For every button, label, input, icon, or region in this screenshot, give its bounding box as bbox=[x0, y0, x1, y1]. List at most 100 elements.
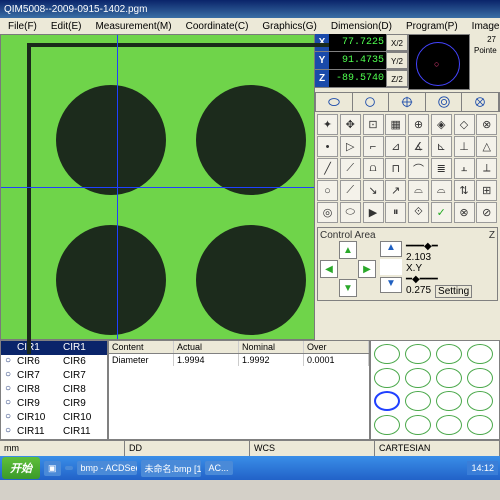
status-bar: mm DD WCS CARTESIAN bbox=[0, 440, 500, 456]
tool-icon[interactable]: ⌓ bbox=[408, 180, 429, 201]
taskbar-item[interactable]: AC... bbox=[205, 461, 233, 475]
z-up-button[interactable]: ▲ bbox=[380, 241, 402, 257]
results-table: Content Actual Nominal Over Diameter 1.9… bbox=[108, 340, 370, 440]
preview-circle-selected[interactable] bbox=[374, 391, 400, 411]
preview-circle[interactable] bbox=[374, 415, 400, 435]
feature-row[interactable]: ○CIR9CIR9 bbox=[1, 397, 107, 411]
dpad-up-button[interactable]: ▲ bbox=[339, 241, 357, 259]
feature-row[interactable]: ○CIR8CIR8 bbox=[1, 383, 107, 397]
tool-check-icon[interactable]: ✓ bbox=[431, 202, 452, 223]
tool-icon[interactable]: ⟐ bbox=[408, 202, 429, 223]
menu-program[interactable]: Program(P) bbox=[400, 21, 464, 32]
tool-icon[interactable]: ↘ bbox=[363, 180, 384, 201]
z-slider[interactable]: ━━━◆━ bbox=[406, 241, 472, 252]
axis-z-half-button[interactable]: Z/2 bbox=[386, 70, 408, 87]
preview-circle[interactable] bbox=[436, 415, 462, 435]
preview-circle[interactable] bbox=[436, 344, 462, 364]
system-tray-clock[interactable]: 14:12 bbox=[467, 461, 498, 475]
mode-grid-icon[interactable] bbox=[462, 93, 499, 111]
tool-icon[interactable]: ⊗ bbox=[476, 114, 497, 135]
taskbar-item[interactable]: 未命名.bmp [1:2]... bbox=[141, 460, 201, 477]
tool-play-icon[interactable]: ▶ bbox=[363, 202, 384, 223]
taskbar-item[interactable]: bmp - ACDSee v5.0 bbox=[77, 461, 137, 475]
mode-cross-icon[interactable] bbox=[389, 93, 426, 111]
mode-concentric-icon[interactable] bbox=[426, 93, 463, 111]
results-row[interactable]: Diameter 1.9994 1.9992 0.0001 bbox=[109, 354, 369, 366]
tool-ellipse-icon[interactable]: ⬭ bbox=[340, 202, 361, 223]
feature-row[interactable]: ○CIR10CIR10 bbox=[1, 411, 107, 425]
tool-icon[interactable]: ↗ bbox=[385, 180, 406, 201]
feature-row[interactable]: ○CIR6CIR6 bbox=[1, 355, 107, 369]
tool-icon[interactable]: ⊞ bbox=[476, 180, 497, 201]
tool-icon[interactable]: ⊡ bbox=[363, 114, 384, 135]
xy-value: 0.275 bbox=[406, 285, 431, 298]
taskbar-item[interactable] bbox=[65, 466, 73, 470]
tool-icon[interactable]: ⇅ bbox=[454, 180, 475, 201]
menu-file[interactable]: File(F) bbox=[2, 21, 43, 32]
setting-button[interactable]: Setting bbox=[435, 285, 472, 298]
tool-icon[interactable]: ⫠ bbox=[454, 158, 475, 179]
tool-triangle-icon[interactable]: ▷ bbox=[340, 136, 361, 157]
tool-icon[interactable]: ⊾ bbox=[431, 136, 452, 157]
preview-circle[interactable] bbox=[405, 415, 431, 435]
preview-circle[interactable] bbox=[467, 391, 493, 411]
tool-icon[interactable]: ⌓ bbox=[431, 180, 452, 201]
status-wcs: WCS bbox=[250, 441, 375, 456]
menu-edit[interactable]: Edit(E) bbox=[45, 21, 88, 32]
feature-row[interactable]: ○CIR7CIR7 bbox=[1, 369, 107, 383]
tool-icon[interactable]: ◈ bbox=[431, 114, 452, 135]
tool-icon[interactable]: ⊗ bbox=[454, 202, 475, 223]
sample-hole bbox=[56, 225, 166, 335]
tool-icon[interactable]: ⊓ bbox=[385, 158, 406, 179]
preview-circle[interactable] bbox=[405, 368, 431, 388]
menu-bar[interactable]: File(F) Edit(E) Measurement(M) Coordinat… bbox=[0, 18, 500, 34]
menu-dimension[interactable]: Dimension(D) bbox=[325, 21, 398, 32]
preview-circle[interactable] bbox=[436, 391, 462, 411]
preview-circle[interactable] bbox=[405, 344, 431, 364]
menu-coordinate[interactable]: Coordinate(C) bbox=[180, 21, 255, 32]
z-down-button[interactable]: ▼ bbox=[380, 277, 402, 293]
preview-circle[interactable] bbox=[436, 368, 462, 388]
tool-icon[interactable]: ◇ bbox=[454, 114, 475, 135]
preview-circle[interactable] bbox=[374, 368, 400, 388]
preview-circle[interactable] bbox=[374, 344, 400, 364]
menu-graphics[interactable]: Graphics(G) bbox=[256, 21, 322, 32]
preview-circle[interactable] bbox=[467, 415, 493, 435]
tool-icon[interactable]: ⊘ bbox=[476, 202, 497, 223]
menu-measurement[interactable]: Measurement(M) bbox=[89, 21, 177, 32]
dpad-down-button[interactable]: ▼ bbox=[339, 279, 357, 297]
camera-viewport[interactable] bbox=[0, 34, 315, 340]
axis-y-half-button[interactable]: Y/2 bbox=[386, 52, 408, 69]
tool-icon[interactable]: ⌐ bbox=[363, 136, 384, 157]
feature-list[interactable]: ○CIR1CIR1 ○CIR6CIR6 ○CIR7CIR7 ○CIR8CIR8 … bbox=[0, 340, 108, 440]
windows-taskbar[interactable]: 开始 ▣ bmp - ACDSee v5.0 未命名.bmp [1:2]... … bbox=[0, 456, 500, 480]
menu-image[interactable]: Image(I) bbox=[466, 21, 500, 32]
tool-pause-icon[interactable]: ⏸ bbox=[385, 202, 406, 223]
control-area-panel: Control Area Z ▲ ◀ ▶ ▼ ▲ bbox=[317, 227, 498, 301]
preview-circle[interactable] bbox=[467, 344, 493, 364]
tool-icon[interactable]: ▦ bbox=[385, 114, 406, 135]
title-bar: QIM5008--2009-0915-1402.pgm bbox=[0, 0, 500, 18]
tool-icon[interactable]: ≣ bbox=[431, 158, 452, 179]
tool-icon[interactable]: ⊿ bbox=[385, 136, 406, 157]
feature-row[interactable]: ○CIR11CIR11 bbox=[1, 425, 107, 439]
xy-slider[interactable]: ━◆━━━ bbox=[406, 274, 472, 285]
tool-icon[interactable]: ⩍ bbox=[363, 158, 384, 179]
axis-x-half-button[interactable]: X/2 bbox=[386, 34, 408, 51]
tool-grid: ✦ ✥ ⊡ ▦ ⊕ ◈ ◇ ⊗ • ▷ ⌐ ⊿ ∡ ⊾ ⊥ △ ╱ ⟋ ⩍ ⊓ … bbox=[315, 112, 500, 225]
preview-circle[interactable] bbox=[467, 368, 493, 388]
preview-circle[interactable] bbox=[405, 391, 431, 411]
start-button[interactable]: 开始 bbox=[2, 457, 40, 479]
tool-icon[interactable]: ⟋ bbox=[340, 158, 361, 179]
dpad-right-button[interactable]: ▶ bbox=[358, 260, 376, 278]
taskbar-quicklaunch-icon[interactable]: ▣ bbox=[44, 461, 61, 476]
tool-icon[interactable]: ⌒ bbox=[408, 158, 429, 179]
mode-circle-icon[interactable] bbox=[353, 93, 390, 111]
tool-move-icon[interactable]: ✥ bbox=[340, 114, 361, 135]
tool-icon[interactable]: ⟂ bbox=[476, 158, 497, 179]
tool-icon[interactable]: ∡ bbox=[408, 136, 429, 157]
tool-icon[interactable]: ⊥ bbox=[454, 136, 475, 157]
tool-icon[interactable]: △ bbox=[476, 136, 497, 157]
tool-icon[interactable]: ⟋ bbox=[340, 180, 361, 201]
tool-icon[interactable]: ⊕ bbox=[408, 114, 429, 135]
